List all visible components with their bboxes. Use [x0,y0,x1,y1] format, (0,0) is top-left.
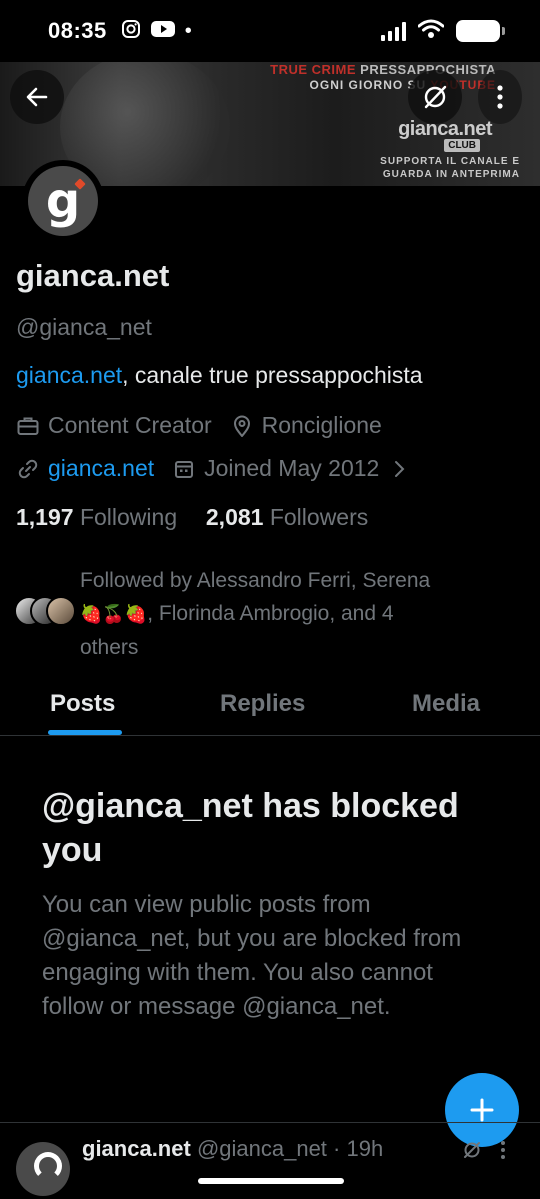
tab-media[interactable]: Media [412,682,480,736]
followed-by-emoji: 🍓🍒🍓 [80,604,148,625]
post-author-handle: @gianca_net [196,1136,327,1161]
location-label: Ronciglione [261,412,382,438]
post-item[interactable]: gianca.net @gianca_net · 19h [0,1124,540,1199]
calendar-icon [172,457,196,481]
profile-meta-row-2: gianca.net Joined May 2012 [16,455,419,482]
follow-stats: 1,197 Following 2,081 Followers [16,504,368,531]
user-handle: @gianca_net [16,314,152,340]
post-separator: · [326,1136,347,1161]
back-button[interactable] [10,70,64,124]
bio-text: , canale true pressappochista [122,362,423,388]
tab-posts[interactable]: Posts [50,682,115,736]
wifi-icon [417,19,445,44]
status-bar: 08:35 • [0,0,540,62]
post-header: gianca.net @gianca_net · 19h [82,1136,383,1162]
bio-link[interactable]: gianca.net [16,362,122,388]
status-time: 08:35 [48,18,107,43]
mutual-avatars [14,596,76,626]
followers-count: 2,081 [205,504,264,530]
followed-by-rest: , Florinda Ambrogio, and 4 [147,602,394,625]
followers-link[interactable]: 2,081 Followers [206,504,368,530]
location-icon [230,414,254,438]
following-label: Following [79,504,178,530]
active-tab-indicator [48,730,122,735]
banner-tagline: TRUE CRIME PRESSAPPOCHISTA [270,62,496,77]
link-icon [16,457,40,481]
arrow-left-icon [26,87,48,107]
tab-replies[interactable]: Replies [220,682,305,736]
grok-icon[interactable] [462,1140,482,1165]
grok-button[interactable] [408,70,462,124]
profile-tabs: Posts Replies Media [0,682,540,736]
followed-by-prefix: Followed by Alessandro Ferri, Serena [80,569,431,592]
banner-support-line-2: GUARDA IN ANTEPRIMA [382,169,520,180]
banner-support-line-1: SUPPORTA IL CANALE E [380,156,520,167]
divider [0,1122,540,1123]
instagram-icon [121,19,141,44]
category-label: Content Creator [48,412,212,438]
avatar-logo: g [28,166,98,236]
banner-club-badge: CLUB [444,139,480,152]
notification-dot: • [184,19,192,42]
battery-icon [456,20,505,42]
home-indicator[interactable] [198,1178,344,1184]
display-name: gianca.net [16,258,170,293]
blocked-description: You can view public posts from @gianca_n… [42,891,462,1020]
banner-tagline-red: TRUE CRIME [270,62,357,77]
following-link[interactable]: 1,197 Following [16,504,177,530]
followers-label: Followers [269,504,369,530]
more-vertical-icon[interactable] [500,1140,506,1165]
mutual-avatar [46,596,76,626]
joined-date: Joined May 2012 [204,455,380,481]
more-vertical-icon [497,85,503,109]
signal-icon [381,21,406,41]
profile-meta-row-1: Content Creator Ronciglione [16,412,382,439]
followed-by-text: Followed by Alessandro Ferri, Serena 🍓🍒🍓… [80,564,510,664]
post-time: 19h [346,1136,384,1161]
more-options-button[interactable] [478,70,522,124]
grok-icon [424,85,447,109]
banner-subline: OGNI GIORNO SU YOUTUBE [310,78,496,92]
chevron-right-icon[interactable] [387,457,411,481]
plus-icon [470,1098,494,1122]
blocked-title: @gianca_net has blocked you [42,787,459,869]
youtube-icon [150,20,175,43]
post-author-name[interactable]: gianca.net [82,1136,191,1161]
briefcase-icon [16,414,40,438]
website-link[interactable]: gianca.net [48,455,154,482]
following-count: 1,197 [16,504,74,530]
profile-avatar[interactable]: g [22,160,104,242]
followers-you-know[interactable]: Followed by Alessandro Ferri, Serena 🍓🍒🍓… [14,564,524,664]
post-avatar[interactable] [16,1142,70,1196]
followed-by-others: others [80,636,139,659]
bio: gianca.net, canale true pressappochista [16,362,423,389]
